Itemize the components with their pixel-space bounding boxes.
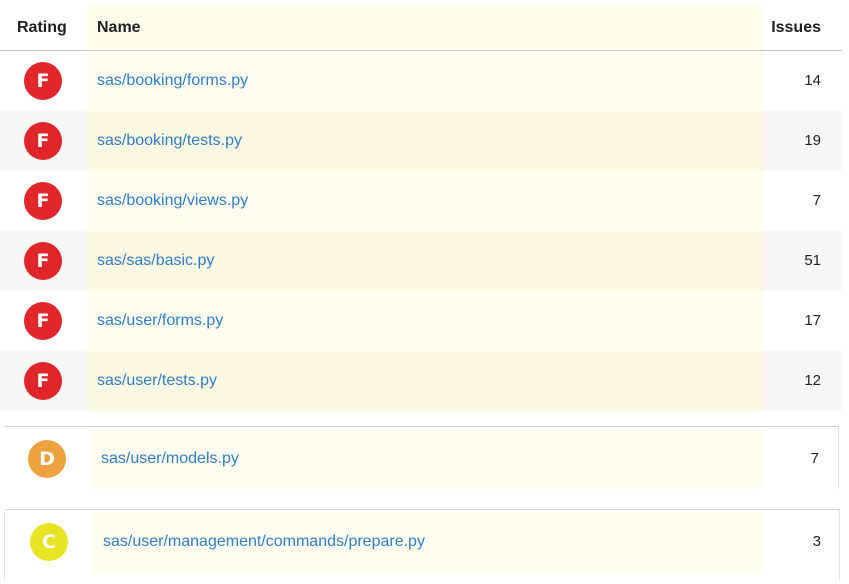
file-link[interactable]: sas/booking/views.py bbox=[97, 171, 248, 231]
rating-badge: F bbox=[24, 302, 62, 340]
table-row: F sas/booking/views.py 7 bbox=[0, 171, 842, 231]
file-link[interactable]: sas/booking/tests.py bbox=[97, 111, 242, 171]
table-row: F sas/booking/forms.py 14 bbox=[0, 51, 842, 111]
issues-table: Rating Name Issues F sas/booking/forms.p… bbox=[0, 0, 849, 584]
rating-badge: D bbox=[28, 440, 66, 478]
file-link[interactable]: sas/user/tests.py bbox=[97, 351, 217, 411]
issue-count: 7 bbox=[812, 192, 821, 209]
rating-badge: F bbox=[24, 182, 62, 220]
rating-badge: F bbox=[24, 122, 62, 160]
table-row: F sas/user/tests.py 12 bbox=[0, 351, 842, 411]
issue-count: 51 bbox=[804, 252, 821, 269]
file-link[interactable]: sas/sas/basic.py bbox=[97, 231, 214, 291]
file-link[interactable]: sas/user/forms.py bbox=[97, 291, 223, 351]
rating-badge: C bbox=[30, 523, 68, 561]
name-column-highlight bbox=[87, 6, 763, 50]
name-column-header[interactable]: Name bbox=[97, 6, 141, 50]
rating-badge: F bbox=[24, 242, 62, 280]
file-link[interactable]: sas/booking/forms.py bbox=[97, 51, 248, 111]
issue-count: 7 bbox=[810, 450, 819, 467]
rating-column-header[interactable]: Rating bbox=[17, 6, 67, 50]
issues-column-header[interactable]: Issues bbox=[771, 6, 821, 50]
issue-count: 3 bbox=[812, 533, 821, 550]
row-divider bbox=[6, 509, 840, 510]
issue-count: 12 bbox=[804, 372, 821, 389]
table-row: F sas/user/forms.py 17 bbox=[0, 291, 842, 351]
file-link[interactable]: sas/user/models.py bbox=[101, 429, 239, 489]
table-row: C sas/user/management/commands/prepare.p… bbox=[0, 512, 842, 572]
row-divider bbox=[5, 426, 839, 427]
table-header: Rating Name Issues bbox=[0, 6, 842, 51]
table-row: D sas/user/models.py 7 bbox=[0, 429, 842, 489]
table-row: F sas/booking/tests.py 19 bbox=[0, 111, 842, 171]
file-link[interactable]: sas/user/management/commands/prepare.py bbox=[103, 512, 425, 572]
issue-count: 19 bbox=[804, 132, 821, 149]
issue-count: 17 bbox=[804, 312, 821, 329]
rating-badge: F bbox=[24, 62, 62, 100]
rating-badge: F bbox=[24, 362, 62, 400]
issue-count: 14 bbox=[804, 72, 821, 89]
table-row: F sas/sas/basic.py 51 bbox=[0, 231, 842, 291]
